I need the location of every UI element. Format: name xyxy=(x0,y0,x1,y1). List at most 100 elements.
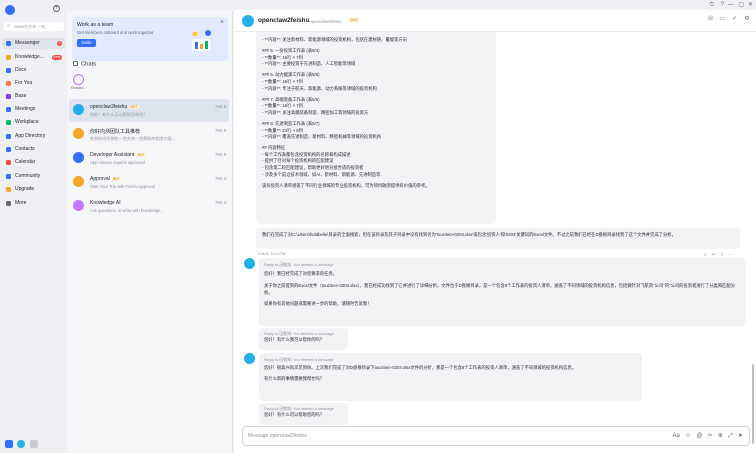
sidebar-item-label: Contacts xyxy=(15,146,35,152)
recent-knowledge-shortcut[interactable]: Knowled... xyxy=(71,74,86,90)
conversation-header: openclaw2feishu openclaw2feishu BOT ☏ ▭ … xyxy=(234,10,756,32)
bot-shortcut-icon[interactable] xyxy=(17,440,26,448)
chat-item-tools[interactable]: 你好内测团队工具推荐 收到你问的那些一些交流一些帮助的相关内容... Feb 5 xyxy=(69,123,229,146)
search-input[interactable]: ⌕ Search (Ctrl + K) xyxy=(4,22,64,31)
team-card-title: Work as a team xyxy=(77,22,114,28)
avatar xyxy=(73,104,84,115)
call-icon[interactable]: ☏ xyxy=(707,16,715,22)
chat-item-developer-assistant[interactable]: Developer Assistant BOT App release reque… xyxy=(69,147,229,170)
help-icon[interactable]: ? xyxy=(721,2,724,8)
chat-preview: Ask questions, or write with knowledge..… xyxy=(90,208,164,213)
close-icon[interactable]: × xyxy=(220,19,224,26)
mention-icon[interactable]: @ xyxy=(696,433,702,439)
bot-message-line: 有什么新的事情需要我帮忙吗？ xyxy=(264,376,325,382)
bot-message-line: 关于你之前提到的Excel文件（touzinen-0204.xlsx），我已经成… xyxy=(264,283,736,296)
chat-name: openclaw2feishu BOT xyxy=(90,104,139,110)
done-icon[interactable]: ✓ xyxy=(732,16,738,22)
avatar xyxy=(73,128,84,139)
sidebar-item-label: Base xyxy=(15,93,27,99)
bot-message-line: - **内容**: 覆盖先进制造、新材料、精密机械等领域的投资机构 xyxy=(262,134,382,140)
chat-name: Developer Assistant BOT xyxy=(90,152,146,158)
bot-message-bubble: - **内容**: 关注新材料、新能源领域的投资机构，包括在建材链、量能等方向 #… xyxy=(256,32,496,224)
sidebar-item-label: Community xyxy=(15,173,41,179)
app-shortcut-icon[interactable] xyxy=(5,440,13,448)
bot-message-line: - **内容**: 关注高端装备制造、精密加工等领域的投资方 xyxy=(262,109,369,115)
user-message-bubble: 我们在完成了对C:\Users\holdbelie\目录的全面搜索，但在该目录及… xyxy=(256,228,740,249)
sidebar-item-workplace[interactable]: Workplace xyxy=(2,117,65,128)
chat-date: Feb 5 xyxy=(215,104,226,109)
bot-avatar[interactable] xyxy=(244,353,255,364)
workplace-icon xyxy=(6,120,11,125)
chat-item-openclaw2feishu[interactable]: openclaw2feishu BOT 你好！有什么可以帮助您的吗？ Feb 5 xyxy=(69,99,229,122)
calendar-icon xyxy=(6,160,11,165)
search-placeholder: Search (Ctrl + K) xyxy=(14,24,46,29)
more-icon xyxy=(6,201,11,206)
user-avatar[interactable] xyxy=(5,5,15,15)
composer-toolbar: Aa ☺ @ ✂ ⊕ ⤢ ➤ xyxy=(669,432,743,440)
chat-item-knowledge-ai[interactable]: Knowledge AI Ask questions, or write wit… xyxy=(69,195,229,218)
bot-message-line: - 包含第二轮匹配建议，帮助更好地对接合适的投资者 xyxy=(262,165,364,170)
sidebar-item-label: More xyxy=(15,200,27,206)
format-text-icon[interactable]: Aa xyxy=(672,433,679,439)
messenger-icon xyxy=(6,41,11,46)
avatar[interactable] xyxy=(242,15,254,27)
add-attachment-icon[interactable]: ⊕ xyxy=(718,433,723,439)
scrollbar[interactable] xyxy=(751,34,754,444)
reply-icon[interactable]: ↩ xyxy=(712,252,716,257)
minimize-button[interactable]: — xyxy=(728,2,734,8)
settings-shortcut-icon[interactable] xyxy=(29,440,38,448)
sidebar-item-contacts[interactable]: Contacts xyxy=(2,144,65,155)
close-window-button[interactable]: ✕ xyxy=(748,2,753,8)
sidebar-item-community[interactable]: Community xyxy=(2,171,65,182)
sidebar-item-more[interactable]: More xyxy=(2,198,65,209)
sidebar-item-label: Meetings xyxy=(15,106,36,112)
bot-message-line: ### 6. 动力能源工作表 (表5/5) xyxy=(262,72,320,78)
chat-date: Feb 4 xyxy=(215,200,226,205)
send-icon[interactable]: ➤ xyxy=(738,433,743,439)
expand-editor-icon[interactable]: ⤢ xyxy=(728,433,733,439)
bot-message-line: 您好！有什么可以帮助您的吗？ xyxy=(264,412,325,417)
bot-message-bubble: Reply to 田数知: You deleted a message 您好！我… xyxy=(259,258,746,326)
sidebar-item-calendar[interactable]: Calendar xyxy=(2,157,65,168)
more-options-icon[interactable]: ⋯ xyxy=(728,252,733,257)
message-timestamp: Feb 5, 3:31 PM xyxy=(258,251,286,256)
bot-message-line: - **数量**: 16行 × 7列 xyxy=(262,103,303,109)
emoji-icon[interactable]: ☺ xyxy=(685,433,691,439)
message-composer[interactable]: Message openclaw2feishu Aa ☺ @ ✂ ⊕ ⤢ ➤ xyxy=(242,426,750,446)
sidebar-item-label: Docs xyxy=(15,67,27,73)
bot-message-line: 该份投资人清单涵盖了不同行业领域的专业投资机构，可为项目融资提供有价值的参考。 xyxy=(262,182,430,188)
history-icon[interactable]: ⏱ xyxy=(709,2,714,8)
window-icon[interactable]: ▭ xyxy=(719,16,725,22)
forward-icon[interactable]: ⇧ xyxy=(720,252,724,257)
chat-name-text: Approval xyxy=(90,176,110,182)
sidebar-item-app-directory[interactable]: App Directory xyxy=(2,131,65,142)
sidebar-item-base[interactable]: Base xyxy=(2,91,65,102)
scrollbar-thumb[interactable] xyxy=(751,364,754,444)
sidebar: + ⌕ Search (Ctrl + K) Messenger 1 Knowle… xyxy=(0,0,67,453)
chat-preview: 收到你问的那些一些交流一些帮助的相关内容... xyxy=(90,136,176,141)
bot-message-line: - **数量**: 23行 × 8列 xyxy=(262,127,303,133)
reply-quote: Reply to 田数知: You deleted a message xyxy=(264,357,334,362)
unread-badge: 1 xyxy=(57,41,62,46)
chat-preview: App release request approved xyxy=(90,160,145,165)
sidebar-item-for-you[interactable]: For You xyxy=(2,78,65,89)
contacts-icon xyxy=(6,147,11,152)
docs-icon xyxy=(6,68,11,73)
bot-avatar[interactable] xyxy=(244,258,255,269)
settings-icon[interactable]: ⚙ xyxy=(744,16,750,22)
bot-message-line: 您好！有什么我可以帮你的吗？ xyxy=(264,337,325,342)
knowledge-icon xyxy=(6,55,11,60)
sidebar-item-messenger[interactable]: Messenger 1 xyxy=(2,38,65,49)
maximize-button[interactable]: ▢ xyxy=(738,2,744,8)
chat-item-approval[interactable]: Approval BOT Start Your Trip with Feishu … xyxy=(69,171,229,194)
reaction-icon[interactable]: ☺ xyxy=(703,252,708,257)
screenshot-icon[interactable]: ✂ xyxy=(708,433,713,439)
sidebar-item-upgrade[interactable]: Upgrade xyxy=(2,184,65,195)
sidebar-item-knowledge[interactable]: Knowledge... New xyxy=(2,52,65,63)
sidebar-item-label: Messenger xyxy=(15,40,40,46)
sidebar-item-meetings[interactable]: Meetings xyxy=(2,104,65,115)
sidebar-item-docs[interactable]: Docs xyxy=(2,65,65,76)
invite-button[interactable]: Invite xyxy=(77,39,96,47)
bot-message-line: ### 7. 高端装备工作表 (表5/6) xyxy=(262,96,320,102)
create-plus-icon[interactable]: + xyxy=(53,5,60,12)
